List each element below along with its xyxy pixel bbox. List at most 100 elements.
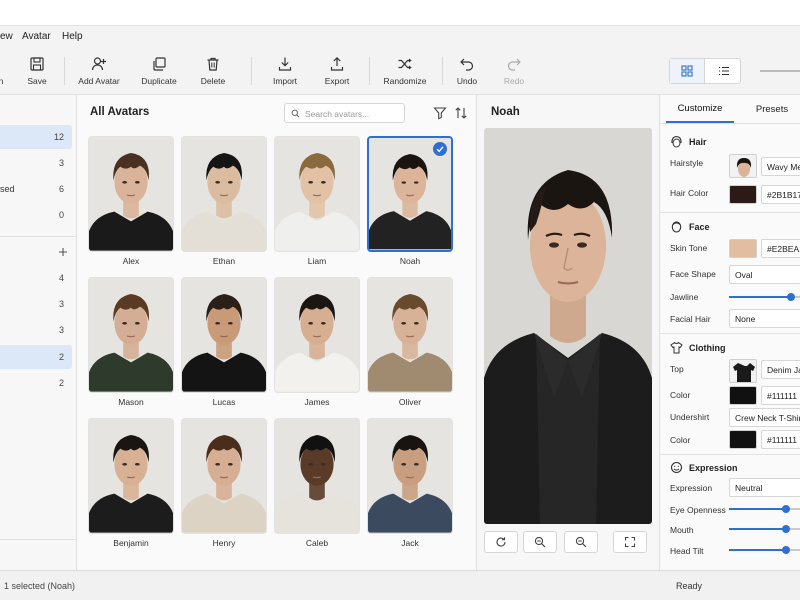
add-avatar-button[interactable]: Add Avatar: [76, 47, 122, 95]
sidebar-item-used[interactable]: sed 6: [0, 177, 72, 201]
tab-customize[interactable]: Customize: [666, 95, 734, 123]
slider-knob[interactable]: [781, 525, 790, 533]
face-shape-select[interactable]: Oval: [729, 265, 800, 284]
head-tilt-label: Head Tilt: [670, 546, 704, 556]
skin-tone-swatch[interactable]: [729, 239, 757, 258]
sidebar-item[interactable]: 2: [0, 371, 72, 395]
avatar-card[interactable]: [88, 277, 174, 393]
add-collection-button[interactable]: [58, 247, 68, 257]
import-label: Import: [272, 76, 298, 86]
skin-tone-label: Skin Tone: [670, 243, 708, 253]
fullscreen-button[interactable]: [613, 531, 647, 553]
avatar-card[interactable]: [274, 418, 360, 534]
avatar-card[interactable]: [274, 277, 360, 393]
sidebar-item[interactable]: 3: [0, 318, 72, 342]
avatar-name: Henry: [212, 538, 236, 548]
avatar-card[interactable]: [88, 418, 174, 534]
randomize-label: Randomize: [383, 76, 427, 86]
top-field[interactable]: Denim Ja: [761, 360, 800, 379]
mouth-slider[interactable]: [729, 525, 800, 533]
hair-color-swatch[interactable]: [729, 185, 757, 204]
avatar-card[interactable]: [367, 277, 453, 393]
top-label: Top: [670, 364, 684, 374]
app-status: Ready: [676, 581, 703, 591]
selection-status: 1 selected (Noah): [4, 581, 76, 591]
skin-tone-field[interactable]: #E2BEA1: [761, 239, 800, 258]
expression-select[interactable]: Neutral: [729, 478, 800, 497]
slider-knob[interactable]: [781, 505, 790, 513]
undershirt-color-field[interactable]: #111111: [761, 430, 800, 449]
avatar-card[interactable]: [181, 136, 267, 252]
section-clothing: Clothing: [670, 341, 726, 354]
sidebar-count: 3: [58, 158, 64, 168]
sidebar-count: 4: [58, 273, 64, 283]
menu-help[interactable]: Help: [62, 31, 83, 42]
randomize-button[interactable]: Randomize: [380, 47, 430, 95]
list-icon: [718, 66, 729, 76]
top-thumbnail[interactable]: [729, 359, 757, 383]
top-color-swatch[interactable]: [729, 386, 757, 405]
top-color-field[interactable]: #111111: [761, 386, 800, 405]
toolbar-separator: [251, 57, 252, 85]
duplicate-button[interactable]: Duplicate: [138, 47, 180, 95]
save-button[interactable]: Save: [20, 47, 54, 95]
grid-view-button[interactable]: [670, 59, 705, 83]
avatar-card[interactable]: [274, 136, 360, 252]
menu-avatar[interactable]: Avatar: [22, 31, 51, 42]
jawline-slider[interactable]: [729, 293, 800, 301]
undershirt-color-swatch[interactable]: [729, 430, 757, 449]
zoom-out-button[interactable]: [523, 531, 557, 553]
avatar-preview: [484, 128, 652, 524]
redo-button[interactable]: Redo: [499, 47, 529, 95]
search-icon: [291, 109, 300, 118]
upload-icon: [330, 56, 344, 71]
sidebar-item-all[interactable]: 12: [0, 125, 72, 149]
gallery-title: All Avatars: [90, 106, 150, 118]
avatar-name: Mason: [118, 397, 144, 407]
import-button[interactable]: Import: [266, 47, 304, 95]
menu-view[interactable]: ew: [0, 31, 13, 42]
avatar-card[interactable]: [181, 418, 267, 534]
hair-color-label: Hair Color: [670, 188, 709, 198]
filter-icon[interactable]: [433, 106, 447, 120]
undershirt-select[interactable]: Crew Neck T-Shirt: [729, 408, 800, 427]
hairstyle-thumbnail[interactable]: [729, 154, 757, 178]
facial-hair-select[interactable]: None: [729, 309, 800, 328]
slider-knob[interactable]: [781, 546, 790, 554]
hairstyle-field[interactable]: Wavy Me: [761, 157, 800, 176]
export-button[interactable]: Export: [318, 47, 356, 95]
search-input[interactable]: [305, 107, 401, 120]
zoom-in-button[interactable]: [564, 531, 598, 553]
sidebar-item-selected[interactable]: 2: [0, 345, 72, 369]
head-tilt-slider[interactable]: [729, 546, 800, 554]
delete-button[interactable]: Delete: [194, 47, 232, 95]
avatar-card[interactable]: [88, 136, 174, 252]
section-divider: [660, 333, 800, 334]
avatar-card[interactable]: [367, 418, 453, 534]
toolbar-separator: [369, 57, 370, 85]
list-view-button[interactable]: [706, 59, 741, 83]
partial-toolbar-button[interactable]: n: [0, 47, 8, 95]
toolbar-separator: [442, 57, 443, 85]
section-title: Face: [689, 221, 710, 232]
avatar-card[interactable]: [181, 277, 267, 393]
tab-presets[interactable]: Presets: [740, 95, 800, 123]
zoom-slider[interactable]: [760, 70, 800, 72]
rotate-icon: [496, 537, 506, 547]
sort-icon[interactable]: [454, 106, 468, 120]
eye-openness-slider[interactable]: [729, 505, 800, 513]
section-face: Face: [670, 220, 710, 233]
save-icon: [30, 57, 44, 71]
avatar-portrait: [182, 137, 266, 251]
avatar-name: Liam: [307, 256, 327, 266]
avatar-card[interactable]: [367, 136, 453, 252]
sidebar-item[interactable]: 0: [0, 203, 72, 227]
sidebar-item[interactable]: 4: [0, 266, 72, 290]
slider-knob[interactable]: [787, 293, 796, 301]
save-label: Save: [27, 76, 47, 86]
rotate-button[interactable]: [484, 531, 518, 553]
undo-button[interactable]: Undo: [452, 47, 482, 95]
sidebar-item[interactable]: 3: [0, 292, 72, 316]
sidebar-item[interactable]: 3: [0, 151, 72, 175]
hair-color-field[interactable]: #2B1B17: [761, 185, 800, 204]
